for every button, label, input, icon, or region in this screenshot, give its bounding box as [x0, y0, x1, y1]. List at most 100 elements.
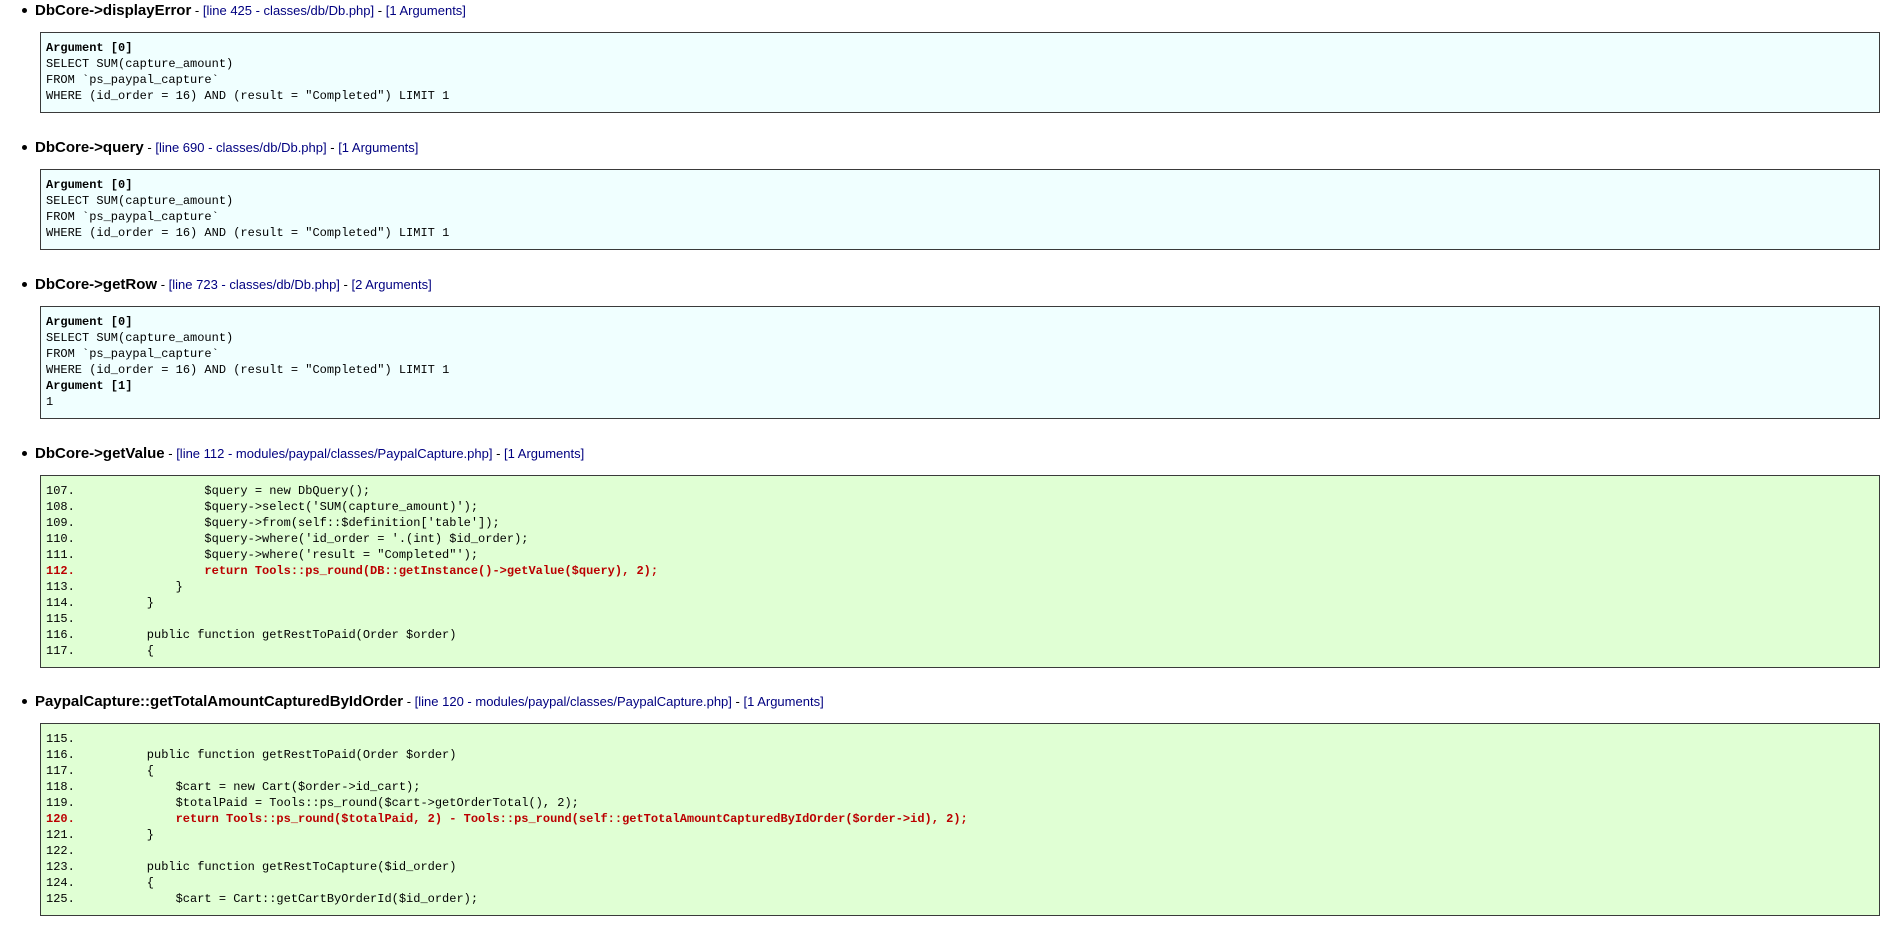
separator: - [191, 3, 203, 18]
code-text: return Tools::ps_round(DB::getInstance()… [118, 564, 659, 578]
code-line: 111. $query->where('result = "Completed"… [46, 547, 1874, 563]
arguments-box: Argument [0] SELECT SUM(capture_amount) FR… [40, 32, 1880, 113]
line-number: 117. [46, 764, 75, 778]
code-text: $query->where('result = "Completed"'); [118, 548, 479, 562]
highlighted-code-line: 112. return Tools::ps_round(DB::getInsta… [46, 563, 1874, 579]
argument-value: SELECT SUM(capture_amount) [46, 194, 234, 208]
line-number: 108. [46, 500, 75, 514]
file-location-link[interactable]: [line 723 - classes/db/Db.php] [169, 277, 340, 292]
line-number: 120. [46, 812, 75, 826]
file-location-link[interactable]: [line 690 - classes/db/Db.php] [155, 140, 326, 155]
highlighted-code-line: 120. return Tools::ps_round($totalPaid, … [46, 811, 1874, 827]
code-text: $cart = new Cart($order->id_cart); [118, 780, 421, 794]
function-name: DbCore->getRow [35, 276, 158, 293]
code-line: 116. public function getRestToPaid(Order… [46, 627, 1874, 643]
line-number: 117. [46, 644, 75, 658]
code-line: 116. public function getRestToPaid(Order… [46, 747, 1874, 763]
argument-value: SELECT SUM(capture_amount) [46, 331, 234, 345]
file-location-link[interactable]: [line 120 - modules/paypal/classes/Paypa… [415, 694, 732, 709]
line-number: 115. [46, 732, 75, 746]
line-number: 116. [46, 748, 75, 762]
code-text: } [118, 828, 155, 842]
code-text: public function getRestToPaid(Order $ord… [118, 628, 457, 642]
line-number: 116. [46, 628, 75, 642]
file-location-link[interactable]: [line 425 - classes/db/Db.php] [203, 3, 374, 18]
arguments-toggle-link[interactable]: [1 Arguments] [338, 140, 418, 155]
source-code-box: 107. $query = new DbQuery(); 108. $query-… [40, 475, 1880, 668]
arguments-toggle-link[interactable]: [2 Arguments] [352, 277, 432, 292]
code-text: public function getRestToPaid(Order $ord… [118, 748, 457, 762]
line-number: 111. [46, 548, 75, 562]
line-number: 118. [46, 780, 75, 794]
frame-title: DbCore->query - [line 690 - classes/db/D… [22, 137, 418, 157]
separator: - [143, 140, 156, 155]
code-line: 110. $query->where('id_order = '.(int) $… [46, 531, 1874, 547]
code-text: public function getRestToCapture($id_ord… [118, 860, 457, 874]
argument-value: WHERE (id_order = 16) AND (result = "Com… [46, 226, 450, 240]
line-number: 124. [46, 876, 75, 890]
separator: - [339, 277, 352, 292]
frame-title: DbCore->displayError - [line 425 - class… [22, 0, 466, 20]
code-text: } [118, 580, 183, 594]
line-number: 112. [46, 564, 75, 578]
code-text: { [118, 644, 155, 658]
code-text: $query->where('id_order = '.(int) $id_or… [118, 532, 529, 546]
line-number: 123. [46, 860, 75, 874]
code-text: { [118, 876, 155, 890]
code-line: 114. } [46, 595, 1874, 611]
arguments-toggle-link[interactable]: [1 Arguments] [504, 446, 584, 461]
code-line: 113. } [46, 579, 1874, 595]
frame-title: PaypalCapture::getTotalAmountCapturedByI… [22, 691, 824, 711]
file-location-link[interactable]: [line 112 - modules/paypal/classes/Paypa… [176, 446, 492, 461]
line-number: 125. [46, 892, 75, 906]
code-line: 107. $query = new DbQuery(); [46, 483, 1874, 499]
code-line: 122. [46, 843, 1874, 859]
code-line: 118. $cart = new Cart($order->id_cart); [46, 779, 1874, 795]
separator: - [164, 446, 177, 461]
code-text: $cart = Cart::getCartByOrderId($id_order… [118, 892, 479, 906]
separator: - [326, 140, 339, 155]
line-number: 122. [46, 844, 75, 858]
function-name: PaypalCapture::getTotalAmountCapturedByI… [35, 693, 404, 710]
argument-value: FROM `ps_paypal_capture` [46, 210, 219, 224]
code-line: 109. $query->from(self::$definition['tab… [46, 515, 1874, 531]
code-line: 117. { [46, 643, 1874, 659]
separator: - [403, 694, 415, 709]
code-line: 117. { [46, 763, 1874, 779]
arguments-toggle-link[interactable]: [1 Arguments] [386, 3, 466, 18]
function-name: DbCore->displayError [35, 2, 192, 19]
argument-value: 1 [46, 395, 54, 409]
code-text: $totalPaid = Tools::ps_round($cart->getO… [118, 796, 579, 810]
argument-value: WHERE (id_order = 16) AND (result = "Com… [46, 89, 450, 103]
bullet-icon [22, 7, 27, 13]
code-text: $query->select('SUM(capture_amount)'); [118, 500, 479, 514]
code-line: 115. [46, 611, 1874, 627]
line-number: 119. [46, 796, 75, 810]
code-line: 123. public function getRestToCapture($i… [46, 859, 1874, 875]
code-line: 125. $cart = Cart::getCartByOrderId($id_… [46, 891, 1874, 907]
line-number: 121. [46, 828, 75, 842]
code-text: $query->from(self::$definition['table'])… [118, 516, 500, 530]
argument-label: Argument [0] [46, 41, 133, 55]
arguments-box: Argument [0] SELECT SUM(capture_amount) FR… [40, 169, 1880, 250]
argument-value: FROM `ps_paypal_capture` [46, 73, 219, 87]
line-number: 114. [46, 596, 75, 610]
arguments-toggle-link[interactable]: [1 Arguments] [743, 694, 823, 709]
argument-label: Argument [1] [46, 379, 133, 393]
code-text: } [118, 596, 155, 610]
argument-value: SELECT SUM(capture_amount) [46, 57, 234, 71]
code-line: 108. $query->select('SUM(capture_amount)… [46, 499, 1874, 515]
code-line: 119. $totalPaid = Tools::ps_round($cart-… [46, 795, 1874, 811]
separator: - [374, 3, 386, 18]
line-number: 109. [46, 516, 75, 530]
bullet-icon [22, 698, 27, 704]
frame-title: DbCore->getRow - [line 723 - classes/db/… [22, 274, 432, 294]
argument-value: WHERE (id_order = 16) AND (result = "Com… [46, 363, 450, 377]
stack-trace: DbCore->displayError - [line 425 - class… [0, 0, 1885, 937]
code-line: 121. } [46, 827, 1874, 843]
line-number: 115. [46, 612, 75, 626]
frame-title: DbCore->getValue - [line 112 - modules/p… [22, 443, 584, 463]
separator: - [731, 694, 744, 709]
source-code-box: 115. 116. public function getRestToPaid(O… [40, 723, 1880, 916]
argument-label: Argument [0] [46, 178, 133, 192]
